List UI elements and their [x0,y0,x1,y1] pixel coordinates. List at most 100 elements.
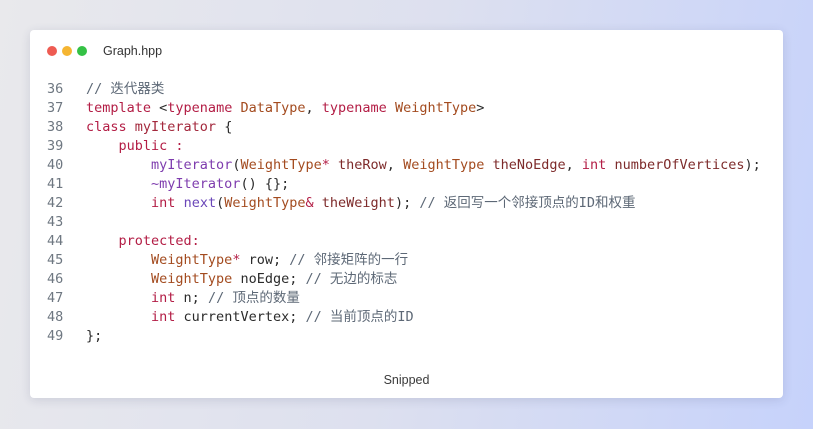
code-token: WeightType [151,252,233,268]
code-line: 43 [47,213,777,232]
line-number: 41 [47,176,64,192]
line-number: 36 [47,81,64,97]
code-token: }; [86,328,103,344]
code-token: , [386,157,404,173]
line-number: 37 [47,100,64,116]
line-number: 44 [47,233,64,249]
code-token: // 返回写一个邻接顶点的ID和权重 [419,195,636,211]
code-line: 44 protected: [47,232,777,251]
line-number: 39 [47,138,64,154]
code-token: < [151,100,168,116]
line-number: 40 [47,157,64,173]
line-number: 38 [47,119,64,135]
page-background: { "background": { "from": "#e9e9ec", "mi… [0,0,813,429]
code-token: protected: [118,233,200,249]
window-title: Graph.hpp [103,44,163,58]
code-line: 48 int currentVertex; // 当前顶点的ID [47,308,777,327]
code-line: 47 int n; // 顶点的数量 [47,289,777,308]
code-token: WeightType [403,157,485,173]
code-line: 37 template <typename DataType, typename … [47,99,777,118]
code-token: ( [216,195,225,211]
code-token: int [151,309,176,325]
footer-label: Snipped [383,373,430,387]
code-token: typename [321,100,387,116]
code-token: int [581,157,607,173]
code-block: 36 // 迭代器类 37 template <typename DataType, … [47,80,777,346]
code-token: , [565,157,582,173]
code-token: noEdge; [232,271,306,287]
line-number: 46 [47,271,64,287]
line-code: int n; // 顶点的数量 [86,289,777,308]
line-code: public : [86,137,777,156]
line-code: int next(WeightType& theWeight); // 返回写一… [86,194,777,213]
code-line: 38 class myIterator { [47,118,777,137]
code-token: numberOfVertices [614,157,745,173]
code-token: ); [744,157,761,173]
line-code: int currentVertex; // 当前顶点的ID [86,308,777,327]
line-number: 43 [47,214,64,230]
code-token: myIterator [134,119,217,135]
line-number: 47 [47,290,64,306]
code-token: WeightType [151,271,233,287]
code-token: class [86,119,127,135]
line-number: 42 [47,195,64,211]
line-code: ~myIterator() {}; [86,175,777,194]
line-code: protected: [86,232,777,251]
code-token: // 无边的标志 [305,271,398,287]
code-line: 46 WeightType noEdge; // 无边的标志 [47,270,777,289]
code-token: int [151,195,176,211]
line-code: }; [86,327,777,346]
code-token: currentVertex; [175,309,306,325]
line-code: template <typename DataType, typename We… [86,99,777,118]
code-token: // 当前顶点的ID [305,309,414,325]
code-token: WeightType [240,157,322,173]
code-token: template [86,100,152,116]
code-token: public : [118,138,184,154]
line-number: 48 [47,309,64,325]
code-token: () {}; [240,176,290,192]
code-token: ); [394,195,420,211]
code-token: theNoEdge [492,157,566,173]
code-line: 40 myIterator(WeightType* theRow, Weight… [47,156,777,175]
code-token: & [305,195,314,211]
code-token: n; [175,290,208,306]
code-line: 42 int next(WeightType& theWeight); // 返… [47,194,777,213]
code-token: WeightType [394,100,477,116]
code-token: // 邻接矩阵的一行 [289,252,409,268]
code-token: DataType [240,100,306,116]
code-token: next [183,195,217,211]
code-token: theRow [338,157,387,173]
line-code: WeightType* row; // 邻接矩阵的一行 [86,251,777,270]
code-token: , [305,100,322,116]
code-token: // 顶点的数量 [207,290,300,306]
code-token: row; [240,252,290,268]
code-token: int [151,290,176,306]
code-line: 49}; [47,327,777,346]
code-token: // 迭代器类 [86,81,165,97]
line-code: class myIterator { [86,118,777,137]
snippet-window: Graph.hpp 36 // 迭代器类 37 template <typename … [30,30,783,398]
code-token: theWeight [321,195,395,211]
green-window-dot-icon [77,46,87,56]
code-token: ~myIterator [151,176,241,192]
code-line: 36 // 迭代器类 [47,80,777,99]
code-token: { [216,119,233,135]
code-line: 41 ~myIterator() {}; [47,175,777,194]
line-number: 45 [47,252,64,268]
code-token: * [321,157,330,173]
line-code: WeightType noEdge; // 无边的标志 [86,270,777,289]
